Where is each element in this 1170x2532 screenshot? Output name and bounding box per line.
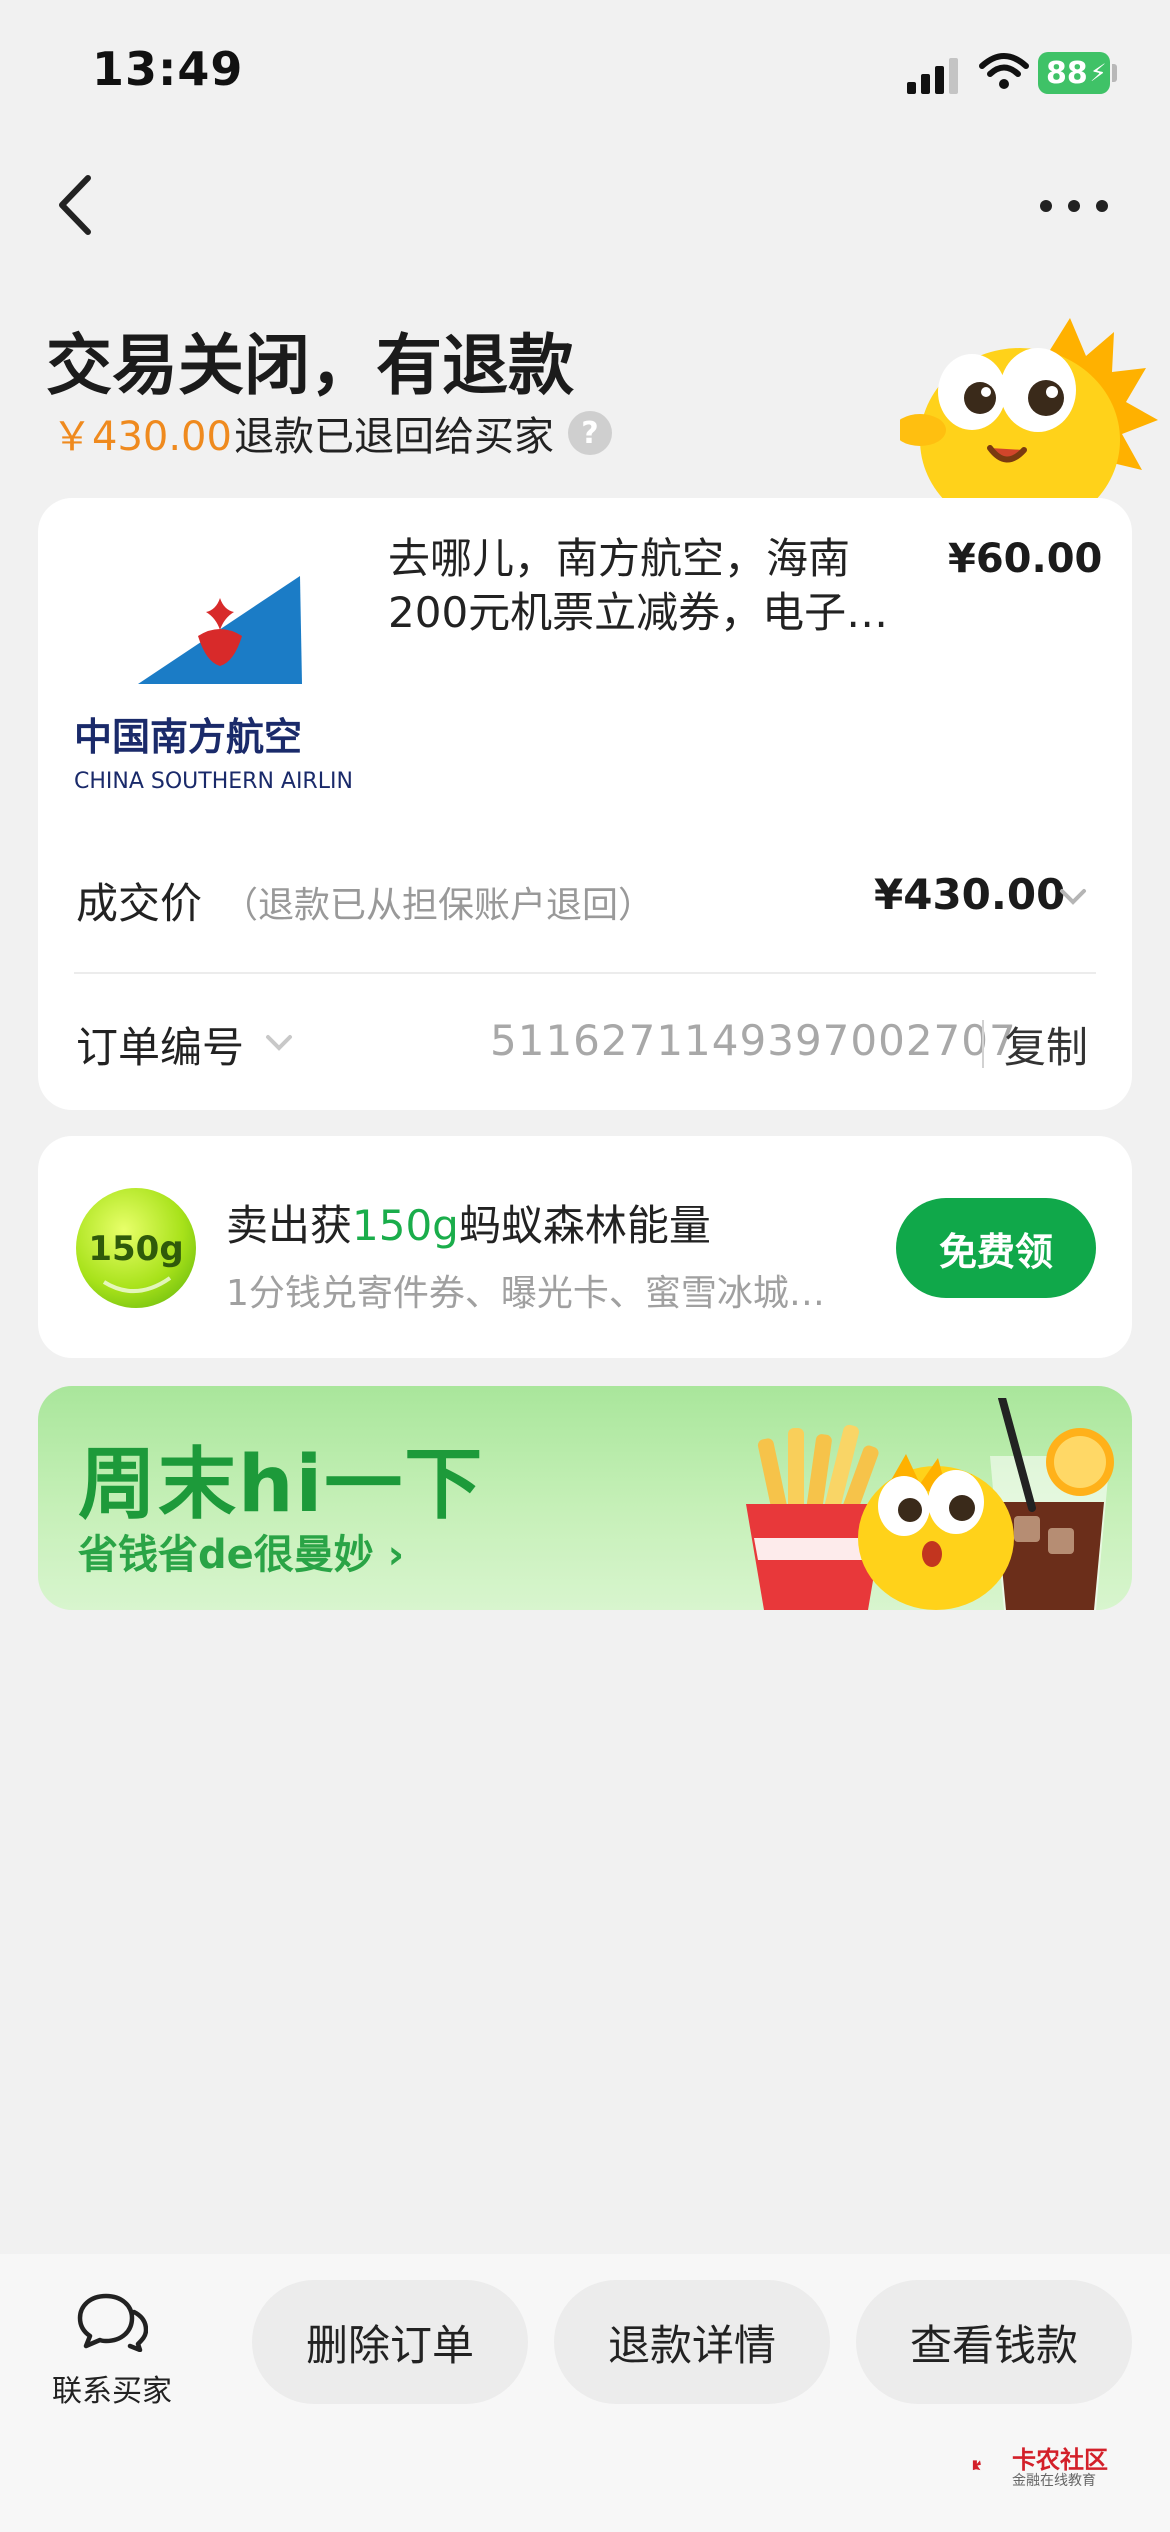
copy-button[interactable]: 复制 <box>1004 1014 1088 1075</box>
status-time: 13:49 <box>92 42 244 96</box>
energy-badge-icon: 150g <box>76 1188 196 1308</box>
energy-title-post: 蚂蚁森林能量 <box>458 1201 711 1250</box>
claim-free-button[interactable]: 免费领 <box>896 1198 1096 1298</box>
logo-cn-text: 中国南方航空 <box>74 715 302 759</box>
chat-bubbles-icon[interactable] <box>76 2290 148 2352</box>
energy-title-pre: 卖出获 <box>226 1201 353 1250</box>
deal-price-value[interactable]: ¥430.00 <box>874 870 1065 919</box>
chevron-down-icon[interactable] <box>264 1032 294 1054</box>
refund-amount: ￥430.00 <box>52 414 232 460</box>
deal-price-note: （退款已从担保账户退回） <box>222 885 655 926</box>
contact-buyer-label[interactable]: 联系买家 <box>52 2366 172 2410</box>
energy-badge-text: 150g <box>88 1229 183 1269</box>
back-arrow-icon[interactable] <box>52 170 100 240</box>
product-price: ¥60.00 <box>948 536 1103 582</box>
energy-title-highlight: 150g <box>352 1201 459 1250</box>
charging-icon: ⚡ <box>1089 59 1107 87</box>
refund-detail-button[interactable]: 退款详情 <box>554 2280 830 2404</box>
refund-status-text: 退款已退回给买家 <box>233 414 554 460</box>
kanong-logo-icon <box>972 2460 981 2471</box>
refund-summary: ￥430.00 退款已退回给买家 ? <box>52 404 612 462</box>
wifi-icon <box>979 53 1029 89</box>
product-title[interactable]: 去哪儿，南方航空，海南200元机票立减券，电子… <box>388 532 928 640</box>
view-money-button[interactable]: 查看钱款 <box>856 2280 1132 2404</box>
delete-order-button[interactable]: 删除订单 <box>252 2280 528 2404</box>
china-southern-logo: 中国南方航空 CHINA SOUTHERN AIRLINES <box>74 576 354 794</box>
watermark-sub: 金融在线教育 <box>1012 2473 1096 2489</box>
fries-drink-mascot-illustration <box>746 1398 1114 1610</box>
mascot-illustration <box>900 318 1158 520</box>
logo-en-text: CHINA SOUTHERN AIRLINES <box>74 769 354 794</box>
battery-level: 88 <box>1046 55 1088 91</box>
order-number-label: 订单编号 <box>76 1023 245 1072</box>
banner-subtitle[interactable]: 省钱省de很曼妙 › <box>78 1522 404 1580</box>
more-options-icon[interactable] <box>1036 188 1112 224</box>
energy-title: 卖出获150g蚂蚁森林能量 <box>226 1192 711 1253</box>
battery-indicator: 88 ⚡ <box>1038 52 1110 94</box>
battery-cap <box>1112 64 1117 82</box>
vertical-divider <box>982 1020 984 1068</box>
energy-subtitle: 1分钱兑寄件券、曝光卡、蜜雪冰城… <box>226 1273 825 1314</box>
deal-price-label: 成交价 <box>76 879 203 928</box>
banner-title: 周末hi一下 <box>78 1440 485 1530</box>
cellular-signal-icon <box>907 58 958 94</box>
divider <box>74 972 1096 974</box>
chevron-down-icon[interactable] <box>1058 886 1088 908</box>
page-title: 交易关闭，有退款 <box>46 327 574 404</box>
order-number-value: 5116271149397002707 <box>490 1016 1017 1065</box>
help-icon[interactable]: ? <box>567 411 612 455</box>
